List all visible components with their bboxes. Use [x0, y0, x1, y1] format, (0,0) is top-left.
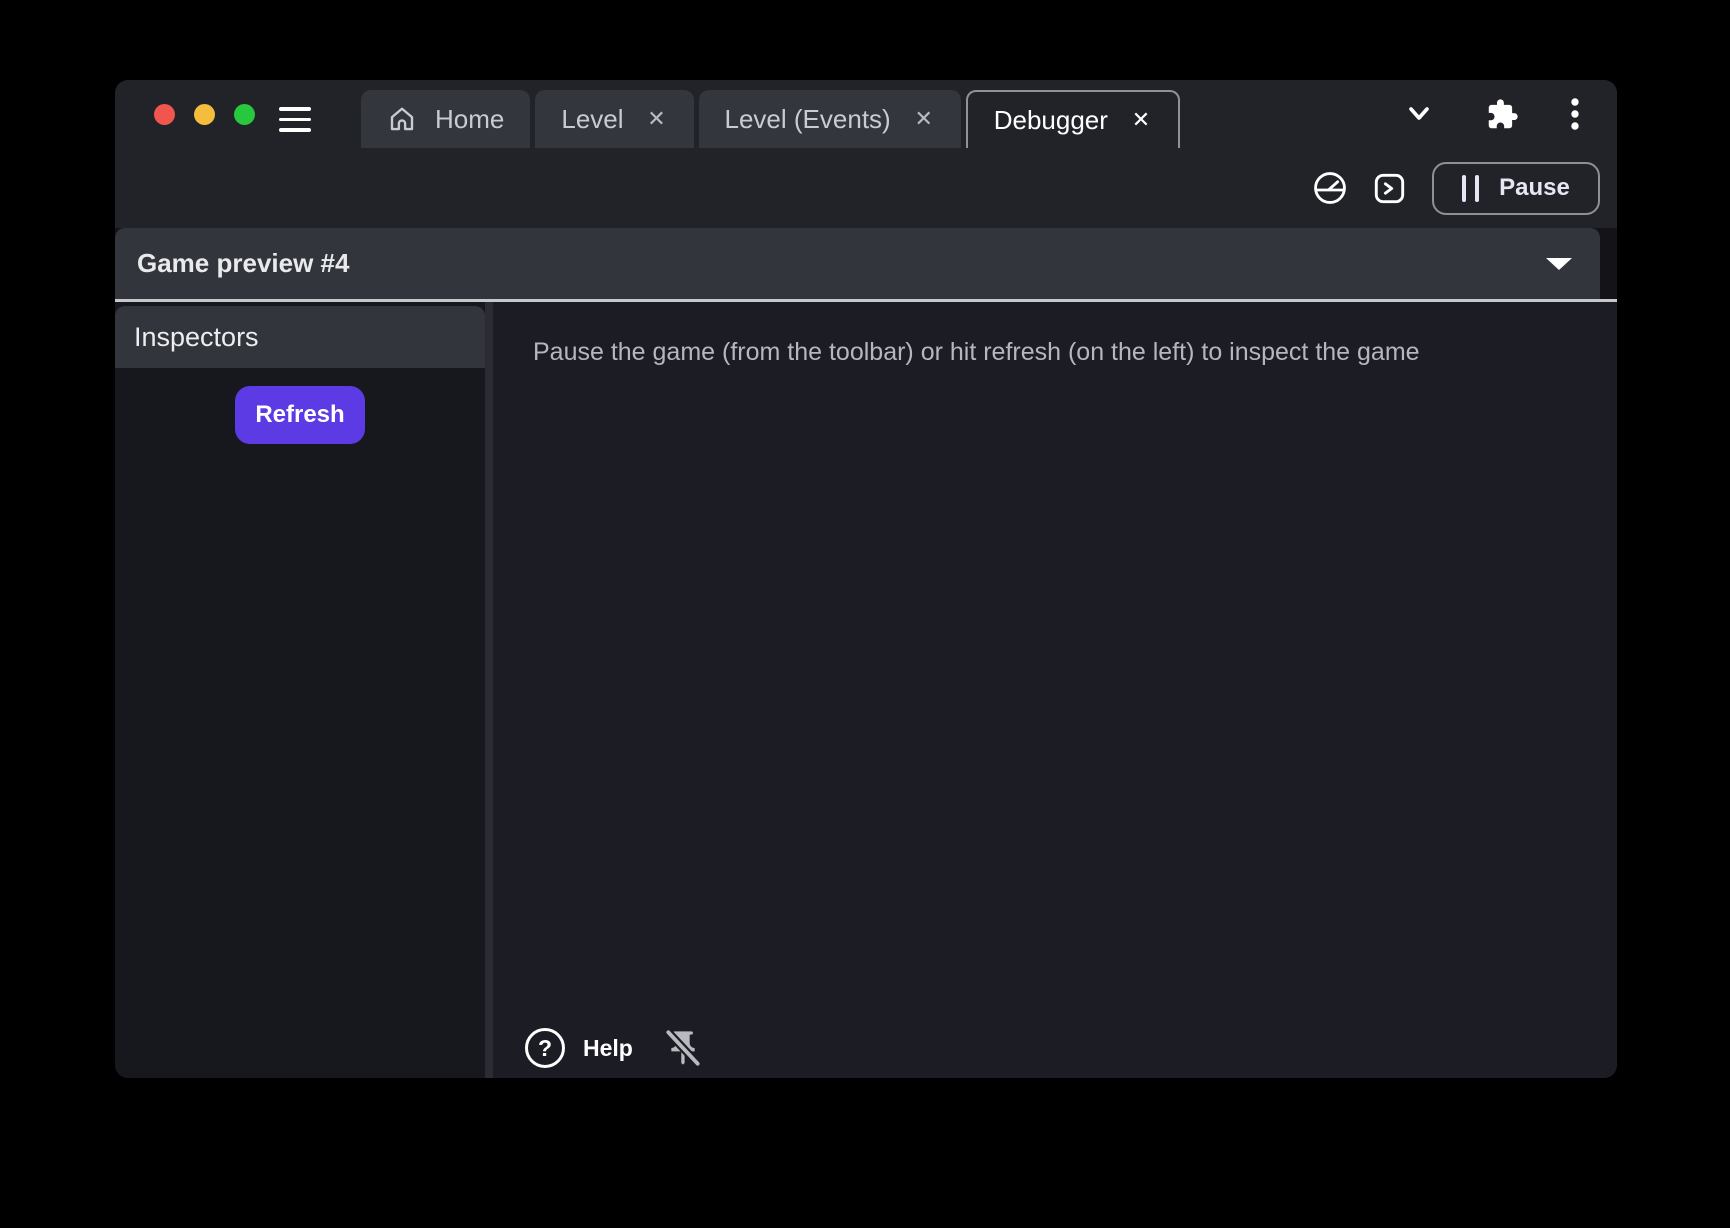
terminal-icon	[1374, 173, 1405, 203]
game-preview-selector[interactable]: Game preview #4	[115, 228, 1600, 299]
inspectors-tab-label: Inspectors	[134, 321, 259, 352]
kebab-menu-icon	[1571, 98, 1579, 130]
tab-strip: Home Level ✕ Level (Events) ✕ Debugger ✕	[361, 90, 1180, 148]
hamburger-menu-icon[interactable]	[279, 107, 311, 132]
refresh-button-label: Refresh	[255, 401, 345, 428]
help-button[interactable]: ? Help	[525, 1028, 633, 1068]
close-window-button[interactable]	[154, 104, 175, 125]
debugger-toolbar: Pause	[115, 148, 1617, 228]
speedometer-icon	[1314, 172, 1346, 204]
bottom-actions: ? Help	[525, 1028, 703, 1068]
inspectors-tab[interactable]: Inspectors	[115, 306, 485, 368]
pause-button[interactable]: Pause	[1432, 161, 1600, 215]
chevron-down-icon	[1409, 107, 1429, 120]
zoom-window-button[interactable]	[234, 104, 255, 125]
tab-level[interactable]: Level ✕	[535, 90, 694, 148]
pause-button-label: Pause	[1499, 174, 1570, 201]
refresh-button[interactable]: Refresh	[235, 386, 365, 444]
pin-disabled-icon	[665, 1029, 701, 1067]
close-tab-icon[interactable]: ✕	[646, 106, 668, 131]
console-button[interactable]	[1373, 172, 1406, 205]
inspectors-sidebar: Inspectors Refresh	[115, 302, 485, 1078]
game-preview-title: Game preview #4	[137, 248, 350, 278]
pause-icon	[1462, 174, 1480, 202]
unpin-panel-button[interactable]	[663, 1028, 703, 1068]
dropdown-caret-icon	[1546, 257, 1572, 270]
question-mark-icon: ?	[525, 1028, 565, 1068]
tabs-overflow-button[interactable]	[1402, 101, 1436, 127]
help-button-label: Help	[583, 1034, 633, 1061]
close-tab-icon[interactable]: ✕	[1130, 107, 1152, 132]
titlebar-actions	[1402, 80, 1581, 148]
tab-debugger[interactable]: Debugger ✕	[965, 90, 1180, 148]
tab-label: Home	[435, 103, 505, 134]
tab-label: Level	[561, 103, 624, 134]
tab-home[interactable]: Home	[361, 90, 531, 148]
minimize-window-button[interactable]	[194, 104, 215, 125]
traffic-lights	[154, 104, 255, 125]
close-tab-icon[interactable]: ✕	[913, 106, 935, 131]
tab-level-events[interactable]: Level (Events) ✕	[698, 90, 961, 148]
title-bar: Home Level ✕ Level (Events) ✕ Debugger ✕	[115, 80, 1617, 148]
extensions-button[interactable]	[1486, 98, 1519, 131]
puzzle-piece-icon	[1488, 98, 1518, 128]
inspector-content-panel: Pause the game (from the toolbar) or hit…	[493, 302, 1617, 1078]
app-window: Home Level ✕ Level (Events) ✕ Debugger ✕	[115, 80, 1617, 1078]
panel-resize-handle[interactable]	[485, 302, 493, 1078]
debugger-body: Inspectors Refresh Pause the game (from …	[115, 302, 1617, 1078]
tab-label: Level (Events)	[724, 103, 891, 134]
empty-state-message: Pause the game (from the toolbar) or hit…	[533, 338, 1420, 366]
tab-label: Debugger	[993, 104, 1108, 135]
more-options-button[interactable]	[1569, 96, 1581, 132]
home-icon	[390, 107, 414, 131]
profiler-button[interactable]	[1313, 171, 1347, 205]
